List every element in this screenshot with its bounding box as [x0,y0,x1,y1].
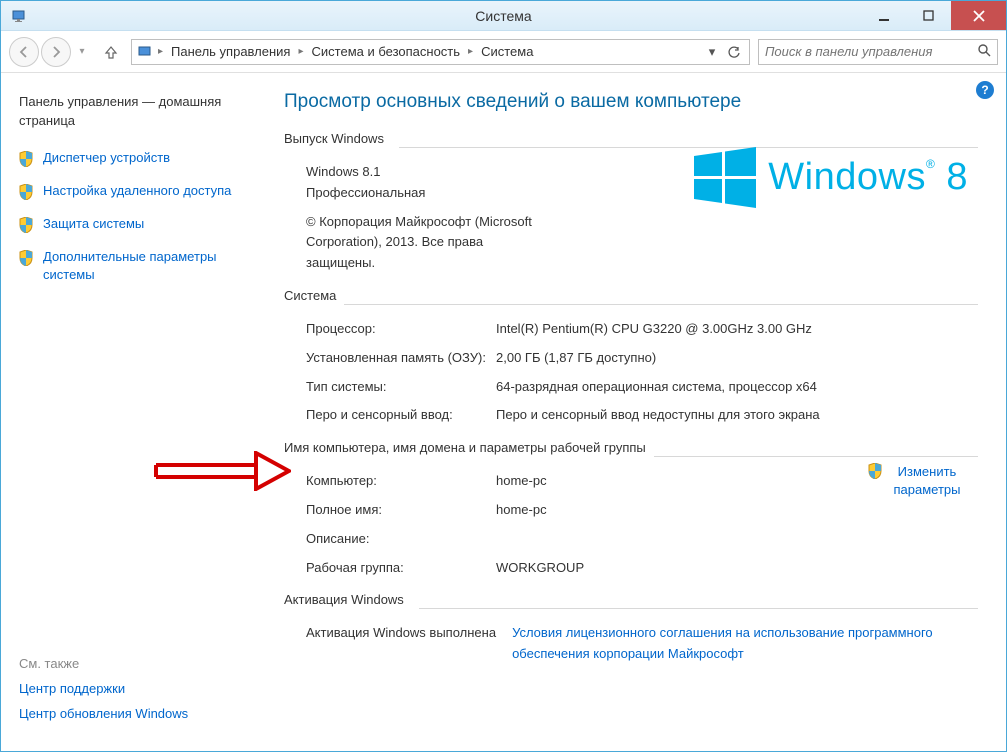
address-bar[interactable]: ▸ Панель управления ▸ Система и безопасн… [131,39,750,65]
system-icon [11,7,29,25]
see-also-action-center[interactable]: Центр поддержки [19,681,248,696]
pen-touch-value: Перо и сенсорный ввод недоступны для это… [496,405,978,426]
minimize-button[interactable] [861,1,906,30]
description-value [496,529,978,550]
processor-label: Процессор: [306,319,486,340]
system-section: Система Процессор: Intel(R) Pentium(R) C… [284,288,978,440]
full-name-value: home-pc [496,500,978,521]
sidebar: Панель управления — домашняя страница Ди… [1,73,266,751]
sidebar-link-advanced-settings[interactable]: Дополнительные параметры системы [19,248,248,284]
workgroup-section: Имя компьютера, имя домена и параметры р… [284,440,978,592]
search-box[interactable] [758,39,998,65]
see-also-windows-update[interactable]: Центр обновления Windows [19,706,248,721]
section-header-activation: Активация Windows [284,592,978,607]
up-button[interactable] [97,38,125,66]
windows-logo: Windows® 8 [694,146,968,208]
shield-icon [19,151,35,170]
main-panel: Просмотр основных сведений о вашем компь… [266,73,1006,751]
chevron-right-icon[interactable]: ▸ [296,46,305,57]
section-header-edition: Выпуск Windows [284,131,978,146]
system-type-label: Тип системы: [306,377,486,398]
back-button[interactable] [9,37,39,67]
sidebar-link-device-manager[interactable]: Диспетчер устройств [19,149,248,170]
full-name-label: Полное имя: [306,500,486,521]
shield-icon [19,184,35,203]
sidebar-link-label: Дополнительные параметры системы [43,248,248,284]
see-also-header: См. также [19,656,248,671]
maximize-button[interactable] [906,1,951,30]
workgroup-label: Рабочая группа: [306,558,486,579]
processor-value: Intel(R) Pentium(R) CPU G3220 @ 3.00GHz … [496,319,978,340]
sidebar-link-remote-settings[interactable]: Настройка удаленного доступа [19,182,248,203]
refresh-button[interactable] [723,45,745,59]
crumb-system-security[interactable]: Система и безопасность [306,40,467,64]
windows-logo-icon [694,146,756,208]
section-header-system: Система [284,288,978,303]
section-header-workgroup: Имя компьютера, имя домена и параметры р… [284,440,978,455]
page-title: Просмотр основных сведений о вашем компь… [284,91,978,113]
search-icon[interactable] [977,43,991,60]
activation-status: Активация Windows выполнена [306,623,496,644]
computer-name-label: Компьютер: [306,471,486,492]
shield-icon [19,217,35,236]
system-type-value: 64-разрядная операционная система, проце… [496,377,978,398]
close-button[interactable] [951,1,1006,30]
chevron-right-icon[interactable]: ▸ [156,46,165,57]
pen-touch-label: Перо и сенсорный ввод: [306,405,486,426]
sidebar-link-label: Защита системы [43,215,144,233]
titlebar: Система [1,1,1006,31]
change-settings-text: Изменить параметры [886,463,968,498]
activation-section: Активация Windows Активация Windows выпо… [284,592,978,679]
workgroup-value: WORKGROUP [496,558,978,579]
content-area: ? Панель управления — домашняя страница … [1,73,1006,751]
windows-copyright: © Корпорация Майкрософт (Microsoft Corpo… [306,212,536,274]
control-panel-home-link[interactable]: Панель управления — домашняя страница [19,93,248,131]
ram-value: 2,00 ГБ (1,87 ГБ доступно) [496,348,978,369]
shield-icon [868,463,882,484]
windows-logo-text: Windows® 8 [768,147,968,208]
sidebar-link-label: Настройка удаленного доступа [43,182,231,200]
crumb-control-panel[interactable]: Панель управления [165,40,296,64]
search-input[interactable] [765,44,977,59]
sidebar-link-label: Диспетчер устройств [43,149,170,167]
crumb-system[interactable]: Система [475,40,539,64]
ram-label: Установленная память (ОЗУ): [306,348,486,369]
window-controls [861,1,1006,30]
address-icon [136,44,156,60]
help-icon[interactable]: ? [976,81,994,99]
window-title: Система [475,8,531,24]
address-dropdown[interactable]: ▾ [701,44,723,60]
navbar: ▾ ▸ Панель управления ▸ Система и безопа… [1,31,1006,73]
chevron-right-icon[interactable]: ▸ [466,46,475,57]
forward-button[interactable] [41,37,71,67]
description-label: Описание: [306,529,486,550]
license-terms-link[interactable]: Условия лицензионного соглашения на испо… [512,623,978,665]
history-dropdown[interactable]: ▾ [73,46,91,57]
system-window: Система ▾ [0,0,1007,752]
sidebar-link-system-protection[interactable]: Защита системы [19,215,248,236]
shield-icon [19,250,35,269]
change-settings-link[interactable]: Изменить параметры [868,463,968,498]
windows-edition-section: Выпуск Windows Windows 8.1 Профессиональ… [284,131,978,288]
